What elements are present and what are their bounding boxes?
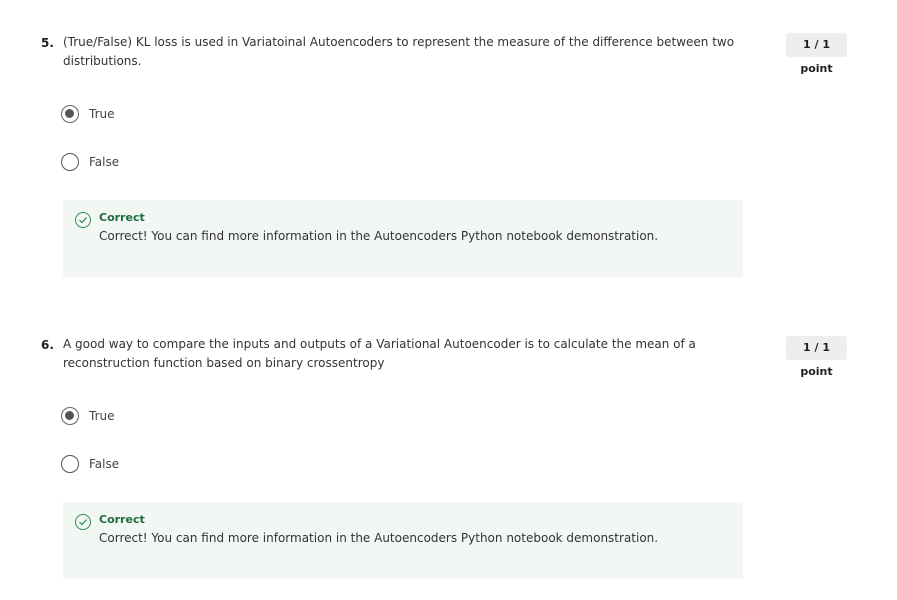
question-number: 5. [41, 36, 54, 50]
feedback-box: Correct Correct! You can find more infor… [63, 200, 743, 277]
option-label: False [89, 155, 120, 169]
points-badge: 1 / 1 point [786, 336, 847, 378]
option-label: True [89, 107, 115, 121]
option-false[interactable]: False [61, 152, 119, 172]
check-circle-icon [75, 514, 91, 530]
radio-selected[interactable] [61, 407, 79, 425]
option-false[interactable]: False [61, 454, 119, 474]
feedback-text: Correct! You can find more information i… [99, 229, 659, 243]
option-true[interactable]: True [61, 104, 115, 124]
points-badge: 1 / 1 point [786, 33, 847, 75]
radio-unselected[interactable] [61, 153, 79, 171]
option-label: True [89, 409, 115, 423]
question-number: 6. [41, 338, 54, 352]
radio-unselected[interactable] [61, 455, 79, 473]
question-text: A good way to compare the inputs and out… [63, 337, 696, 370]
feedback-box: Correct Correct! You can find more infor… [63, 502, 743, 579]
feedback-text: Correct! You can find more information i… [99, 531, 659, 545]
radio-selected[interactable] [61, 105, 79, 123]
question-text: (True/False) KL loss is used in Variatoi… [63, 35, 735, 68]
option-true[interactable]: True [61, 406, 115, 426]
feedback-title: Correct [99, 513, 145, 526]
check-circle-icon [75, 212, 91, 228]
feedback-title: Correct [99, 211, 145, 224]
option-label: False [89, 457, 120, 471]
